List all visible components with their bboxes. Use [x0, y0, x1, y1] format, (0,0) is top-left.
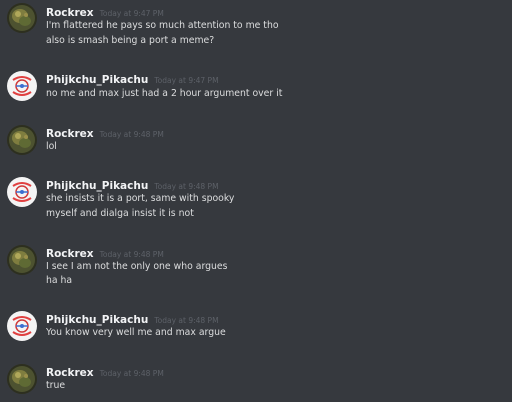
author-name[interactable]: Rockrex	[46, 7, 94, 19]
message-text: ha ha	[46, 275, 73, 286]
message-text: I'm flattered he pays so much attention …	[46, 20, 279, 31]
rockrex-avatar-icon[interactable]	[7, 245, 37, 275]
message-timestamp: Today at 9:48 PM	[154, 316, 219, 325]
message-timestamp: Today at 9:48 PM	[154, 182, 219, 191]
pokeball-avatar-icon[interactable]	[7, 71, 37, 101]
author-name[interactable]: Phijkchu_Pikachu	[46, 314, 148, 326]
message-text: myself and dialga insist it is not	[46, 208, 194, 219]
author-name[interactable]: Rockrex	[46, 248, 94, 260]
rockrex-avatar-icon[interactable]	[7, 3, 37, 33]
author-name[interactable]: Rockrex	[46, 367, 94, 379]
message-text: also is smash being a port a meme?	[46, 35, 215, 46]
rockrex-avatar-icon[interactable]	[7, 125, 37, 155]
message-timestamp: Today at 9:48 PM	[99, 130, 164, 139]
pokeball-avatar-icon[interactable]	[7, 177, 37, 207]
chat-message-list: Rockrex Today at 9:47 PM I'm flattered he…	[0, 0, 512, 402]
rockrex-avatar-icon[interactable]	[7, 364, 37, 394]
message-timestamp: Today at 9:47 PM	[154, 76, 219, 85]
message-text: no me and max just had a 2 hour argument…	[46, 88, 283, 99]
message-text: she insists it is a port, same with spoo…	[46, 193, 235, 204]
message-text: You know very well me and max argue	[46, 327, 226, 338]
message-text: lol	[46, 141, 57, 152]
message-timestamp: Today at 9:48 PM	[99, 250, 164, 259]
pokeball-avatar-icon[interactable]	[7, 311, 37, 341]
message-text: I see I am not the only one who argues	[46, 261, 228, 272]
author-name[interactable]: Phijkchu_Pikachu	[46, 74, 148, 86]
author-name[interactable]: Rockrex	[46, 128, 94, 140]
message-timestamp: Today at 9:48 PM	[99, 369, 164, 378]
author-name[interactable]: Phijkchu_Pikachu	[46, 180, 148, 192]
message-text: true	[46, 380, 66, 391]
message-timestamp: Today at 9:47 PM	[99, 9, 164, 18]
